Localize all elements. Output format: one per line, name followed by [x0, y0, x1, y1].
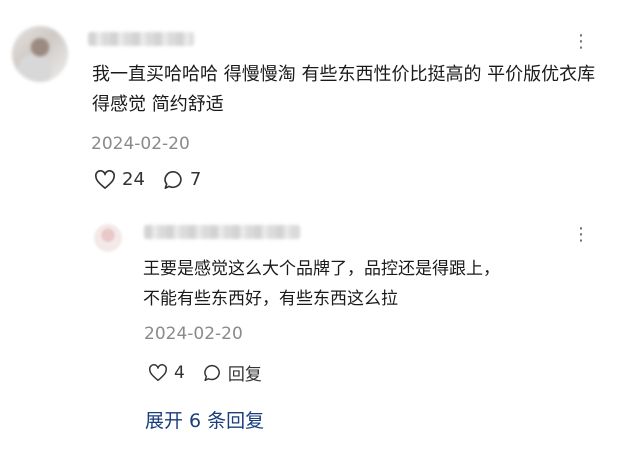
reply-text-line1: 王要是感觉这么大个品牌了，品控还是得跟上， [143, 259, 500, 279]
reply-like-count: 4 [174, 362, 185, 383]
reply-count-button[interactable]: 7 [163, 169, 201, 190]
reply-like-button[interactable]: 4 [148, 363, 185, 383]
chat-bubble-icon [164, 170, 182, 189]
reply-avatar[interactable] [94, 224, 122, 252]
like-button[interactable]: 24 [94, 169, 145, 190]
reply-label: 回复 [227, 365, 262, 385]
reply-username-blurred[interactable] [144, 225, 300, 239]
reply-count: 7 [189, 169, 202, 190]
reply-actions: 4 回复 [148, 360, 262, 385]
heart-icon [149, 363, 167, 381]
username-blurred[interactable] [88, 32, 194, 46]
reply-reply-button[interactable]: 回复 [203, 360, 262, 385]
avatar[interactable] [12, 26, 68, 82]
chat-bubble-icon [204, 364, 220, 381]
comment-actions: 24 7 [94, 169, 201, 190]
heart-icon [95, 169, 115, 189]
comment-date: 2024-02-20 [91, 134, 190, 154]
like-count: 24 [122, 169, 145, 190]
reply-more-dots-icon[interactable]: ⋮ [572, 224, 591, 245]
reply-text-line2: 不能有些东西好，有些东西这么拉 [143, 289, 398, 309]
expand-replies-link[interactable]: 展开 6 条回复 [145, 406, 264, 433]
reply-date: 2024-02-20 [144, 324, 243, 344]
reply-text: 王要是感觉这么大个品牌了，品控还是得跟上， 不能有些东西好，有些东西这么拉 [143, 254, 593, 314]
more-dots-icon[interactable]: ⋮ [572, 31, 591, 52]
comment-text: 我一直买哈哈哈 得慢慢淘 有些东西性价比挺高的 平价版优衣库得感觉 简约舒适 [92, 64, 596, 115]
